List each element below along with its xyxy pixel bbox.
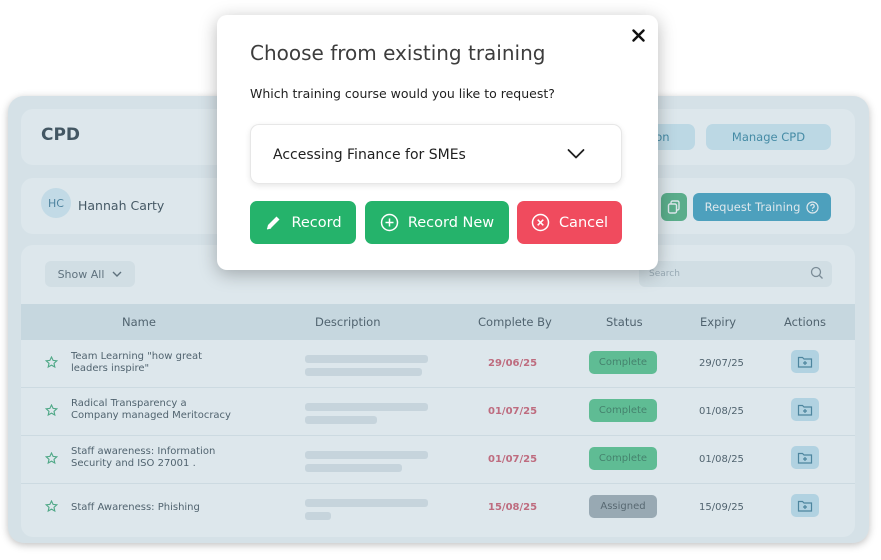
page: CPD ation Manage CPD HC Hannah Carty Req… bbox=[0, 0, 881, 560]
modal-question: Which training course would you like to … bbox=[250, 86, 555, 101]
cancel-button[interactable]: Cancel bbox=[517, 201, 622, 244]
record-label: Record bbox=[291, 214, 342, 231]
pencil-icon bbox=[267, 216, 280, 229]
training-course-select[interactable]: Accessing Finance for SMEs bbox=[250, 124, 622, 184]
choose-training-modal: Choose from existing training Which trai… bbox=[217, 15, 658, 270]
plus-circle-icon bbox=[380, 213, 399, 232]
selected-course: Accessing Finance for SMEs bbox=[273, 147, 466, 163]
close-icon bbox=[631, 28, 645, 42]
modal-title: Choose from existing training bbox=[250, 41, 546, 65]
close-button[interactable] bbox=[628, 25, 648, 45]
cancel-label: Cancel bbox=[558, 214, 609, 231]
close-circle-icon bbox=[531, 213, 550, 232]
record-button[interactable]: Record bbox=[250, 201, 356, 244]
record-new-button[interactable]: Record New bbox=[365, 201, 509, 244]
record-new-label: Record New bbox=[407, 214, 495, 231]
chevron-down-icon bbox=[567, 149, 585, 159]
